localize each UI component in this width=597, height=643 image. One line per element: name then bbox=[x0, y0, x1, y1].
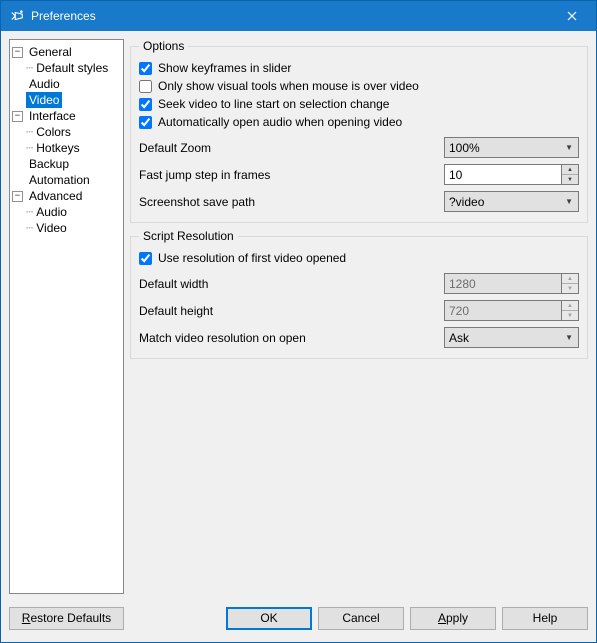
category-tree[interactable]: −General ┄Default styles Audio Video −In… bbox=[9, 39, 124, 594]
titlebar: Preferences bbox=[1, 1, 596, 31]
tree-hotkeys[interactable]: ┄Hotkeys bbox=[12, 140, 121, 156]
match-resolution-combo[interactable]: Ask ▼ bbox=[444, 327, 579, 348]
options-legend: Options bbox=[139, 39, 188, 53]
show-keyframes-checkbox[interactable] bbox=[139, 62, 152, 75]
screenshot-path-combo[interactable]: ?video ▼ bbox=[444, 191, 579, 212]
seek-video-check[interactable]: Seek video to line start on selection ch… bbox=[139, 95, 579, 113]
default-height-input: 720 bbox=[444, 300, 562, 321]
tree-adv-video[interactable]: ┄Video bbox=[12, 220, 121, 236]
body: −General ┄Default styles Audio Video −In… bbox=[1, 31, 596, 602]
auto-open-audio-check[interactable]: Automatically open audio when opening vi… bbox=[139, 113, 579, 131]
auto-open-audio-checkbox[interactable] bbox=[139, 116, 152, 129]
default-height-row: Default height 720 ▲▼ bbox=[139, 300, 579, 321]
default-width-label: Default width bbox=[139, 277, 444, 291]
help-button[interactable]: Help bbox=[502, 607, 588, 630]
default-width-spinner: ▲▼ bbox=[562, 273, 579, 294]
chevron-down-icon: ▼ bbox=[565, 333, 576, 342]
fast-jump-input[interactable]: 10 bbox=[444, 164, 562, 185]
app-icon bbox=[9, 8, 25, 24]
cancel-button[interactable]: Cancel bbox=[318, 607, 404, 630]
collapse-icon[interactable]: − bbox=[12, 191, 23, 202]
collapse-icon[interactable]: − bbox=[12, 47, 23, 58]
tree-interface[interactable]: −Interface bbox=[12, 108, 121, 124]
match-resolution-row: Match video resolution on open Ask ▼ bbox=[139, 327, 579, 348]
chevron-down-icon: ▼ bbox=[565, 197, 576, 206]
match-resolution-label: Match video resolution on open bbox=[139, 331, 444, 345]
tree-default-styles[interactable]: ┄Default styles bbox=[12, 60, 121, 76]
default-height-spinner: ▲▼ bbox=[562, 300, 579, 321]
ok-button[interactable]: OK bbox=[226, 607, 312, 630]
content-panel: Options Show keyframes in slider Only sh… bbox=[130, 39, 588, 594]
tree-general[interactable]: −General bbox=[12, 44, 121, 60]
only-visual-check[interactable]: Only show visual tools when mouse is ove… bbox=[139, 77, 579, 95]
spin-down-icon[interactable]: ▼ bbox=[562, 175, 578, 184]
default-width-input: 1280 bbox=[444, 273, 562, 294]
default-width-row: Default width 1280 ▲▼ bbox=[139, 273, 579, 294]
only-visual-checkbox[interactable] bbox=[139, 80, 152, 93]
screenshot-path-label: Screenshot save path bbox=[139, 195, 444, 209]
chevron-down-icon: ▼ bbox=[565, 143, 576, 152]
tree-backup[interactable]: Backup bbox=[12, 156, 121, 172]
options-group: Options Show keyframes in slider Only sh… bbox=[130, 39, 588, 223]
spin-down-icon: ▼ bbox=[562, 284, 578, 293]
close-button[interactable] bbox=[549, 2, 594, 30]
window-title: Preferences bbox=[31, 9, 549, 23]
spin-up-icon[interactable]: ▲ bbox=[562, 165, 578, 175]
spin-up-icon: ▲ bbox=[562, 301, 578, 311]
script-resolution-legend: Script Resolution bbox=[139, 229, 238, 243]
fast-jump-row: Fast jump step in frames 10 ▲▼ bbox=[139, 164, 579, 185]
tree-adv-audio[interactable]: ┄Audio bbox=[12, 204, 121, 220]
show-keyframes-check[interactable]: Show keyframes in slider bbox=[139, 59, 579, 77]
restore-defaults-button[interactable]: Restore Defaults bbox=[9, 607, 124, 630]
fast-jump-spinner[interactable]: ▲▼ bbox=[562, 164, 579, 185]
script-resolution-group: Script Resolution Use resolution of firs… bbox=[130, 229, 588, 359]
tree-audio[interactable]: Audio bbox=[12, 76, 121, 92]
preferences-window: Preferences −General ┄Default styles Aud… bbox=[0, 0, 597, 643]
apply-button[interactable]: Apply bbox=[410, 607, 496, 630]
spin-down-icon: ▼ bbox=[562, 311, 578, 320]
tree-automation[interactable]: Automation bbox=[12, 172, 121, 188]
tree-advanced[interactable]: −Advanced bbox=[12, 188, 121, 204]
default-height-label: Default height bbox=[139, 304, 444, 318]
tree-colors[interactable]: ┄Colors bbox=[12, 124, 121, 140]
use-first-resolution-check[interactable]: Use resolution of first video opened bbox=[139, 249, 579, 267]
tree-video[interactable]: Video bbox=[12, 92, 121, 108]
default-zoom-label: Default Zoom bbox=[139, 141, 444, 155]
fast-jump-label: Fast jump step in frames bbox=[139, 168, 444, 182]
default-zoom-row: Default Zoom 100% ▼ bbox=[139, 137, 579, 158]
spin-up-icon: ▲ bbox=[562, 274, 578, 284]
screenshot-path-row: Screenshot save path ?video ▼ bbox=[139, 191, 579, 212]
seek-video-checkbox[interactable] bbox=[139, 98, 152, 111]
footer: Restore Defaults OK Cancel Apply Help bbox=[1, 602, 596, 642]
collapse-icon[interactable]: − bbox=[12, 111, 23, 122]
use-first-resolution-checkbox[interactable] bbox=[139, 252, 152, 265]
default-zoom-combo[interactable]: 100% ▼ bbox=[444, 137, 579, 158]
